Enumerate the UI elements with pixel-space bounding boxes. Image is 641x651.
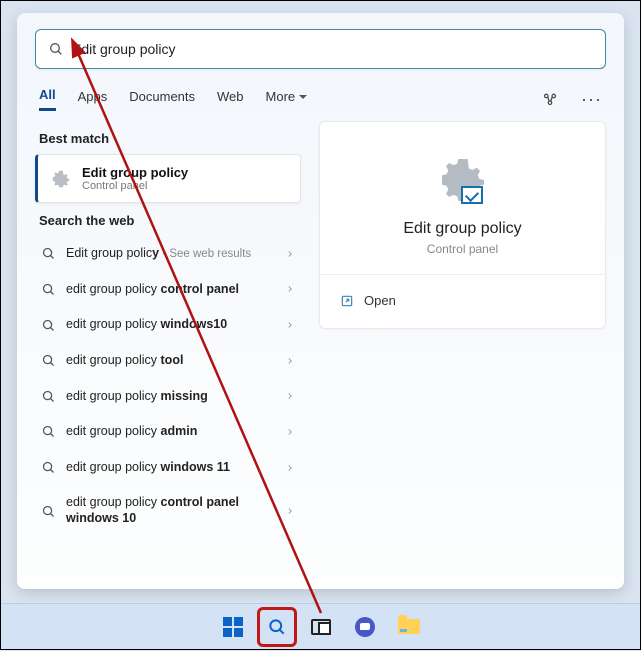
- web-result-text: Edit group policy - See web results: [66, 246, 275, 262]
- results-column: Best match Edit group policy Control pan…: [35, 121, 301, 537]
- web-result-text: edit group policy windows10: [66, 317, 275, 333]
- best-match-heading: Best match: [39, 131, 297, 146]
- search-icon: [41, 353, 56, 368]
- chevron-right-icon: [285, 506, 295, 516]
- web-result-item[interactable]: edit group policy control panel: [35, 272, 301, 308]
- windows-logo-icon: [223, 617, 243, 637]
- web-result-text: edit group policy control panel: [66, 282, 275, 298]
- web-result-item[interactable]: edit group policy tool: [35, 343, 301, 379]
- external-app-icon[interactable]: [541, 90, 559, 108]
- web-result-text: edit group policy admin: [66, 424, 275, 440]
- tab-all[interactable]: All: [39, 87, 56, 111]
- chevron-right-icon: [285, 391, 295, 401]
- web-result-item[interactable]: edit group policy windows10: [35, 307, 301, 343]
- search-icon: [41, 460, 56, 475]
- preview-column: Edit group policy Control panel Open: [319, 121, 606, 537]
- checkmark-badge-icon: [461, 186, 483, 204]
- search-icon: [41, 424, 56, 439]
- web-result-item[interactable]: Edit group policy - See web results: [35, 236, 301, 272]
- search-icon: [41, 504, 56, 519]
- open-button[interactable]: Open: [338, 285, 587, 316]
- divider: [320, 274, 605, 275]
- chevron-right-icon: [285, 463, 295, 473]
- web-result-item[interactable]: edit group policy windows 11: [35, 450, 301, 486]
- web-result-text: edit group policy missing: [66, 389, 275, 405]
- open-label: Open: [364, 293, 396, 308]
- task-view-icon: [311, 619, 331, 635]
- preview-subtitle: Control panel: [338, 242, 587, 256]
- overflow-menu[interactable]: ···: [581, 89, 602, 110]
- web-results-list: Edit group policy - See web results edit …: [35, 236, 301, 537]
- search-web-heading: Search the web: [39, 213, 297, 228]
- tab-more[interactable]: More: [266, 89, 308, 110]
- web-result-text: edit group policy tool: [66, 353, 275, 369]
- search-icon: [41, 246, 56, 261]
- tab-web[interactable]: Web: [217, 89, 244, 110]
- search-icon: [41, 318, 56, 333]
- best-match-subtitle: Control panel: [82, 180, 188, 192]
- taskbar-search-button[interactable]: [259, 609, 295, 645]
- search-icon: [41, 282, 56, 297]
- start-button[interactable]: [215, 609, 251, 645]
- web-result-text: edit group policy windows 11: [66, 460, 275, 476]
- best-match-item[interactable]: Edit group policy Control panel: [35, 154, 301, 203]
- tab-apps[interactable]: Apps: [78, 89, 108, 110]
- chevron-right-icon: [285, 427, 295, 437]
- preview-card: Edit group policy Control panel Open: [319, 121, 606, 329]
- task-view-button[interactable]: [303, 609, 339, 645]
- search-icon: [48, 41, 64, 57]
- best-match-title: Edit group policy: [82, 165, 188, 180]
- search-icon: [41, 389, 56, 404]
- search-input[interactable]: [72, 41, 593, 57]
- web-result-item[interactable]: edit group policy admin: [35, 414, 301, 450]
- chevron-right-icon: [285, 249, 295, 259]
- open-external-icon: [340, 294, 354, 308]
- search-panel: All Apps Documents Web More ··· Best mat…: [17, 13, 624, 589]
- preview-gear-icon: [435, 152, 491, 208]
- taskbar: [1, 603, 640, 649]
- web-result-item[interactable]: edit group policy missing: [35, 379, 301, 415]
- web-result-text: edit group policy control panel windows …: [66, 495, 275, 526]
- gear-icon: [50, 168, 72, 190]
- search-icon: [267, 617, 287, 637]
- chevron-right-icon: [285, 320, 295, 330]
- chat-icon: [355, 617, 375, 637]
- chevron-right-icon: [285, 284, 295, 294]
- chat-button[interactable]: [347, 609, 383, 645]
- preview-title: Edit group policy: [338, 220, 587, 238]
- folder-icon: [398, 619, 420, 634]
- web-result-item[interactable]: edit group policy control panel windows …: [35, 485, 301, 536]
- filter-tabs: All Apps Documents Web More ···: [39, 87, 602, 111]
- chevron-right-icon: [285, 356, 295, 366]
- search-box[interactable]: [35, 29, 606, 69]
- file-explorer-button[interactable]: [391, 609, 427, 645]
- tab-documents[interactable]: Documents: [129, 89, 195, 110]
